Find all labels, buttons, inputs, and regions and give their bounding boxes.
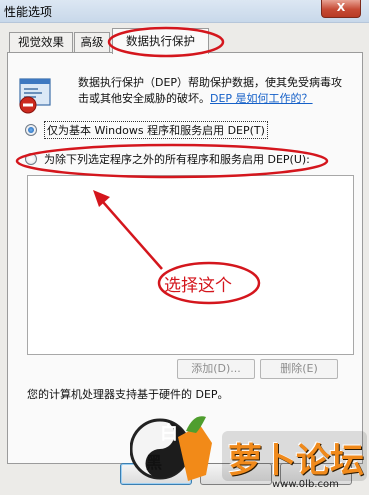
window-title: 性能选项 bbox=[4, 5, 53, 19]
remove-button[interactable]: 删除(E) bbox=[260, 359, 338, 379]
option-basic-dep-label: 仅为基本 Windows 程序和服务启用 DEP(T) bbox=[44, 121, 268, 139]
tab-advanced[interactable]: 高级 bbox=[74, 32, 110, 53]
add-button[interactable]: 添加(D)... bbox=[177, 359, 255, 379]
radio-all-except-dep[interactable] bbox=[25, 153, 37, 165]
dep-shield-window-icon bbox=[19, 78, 51, 114]
dep-description: 数据执行保护（DEP）帮助保护数据，使其免受病毒攻击或其他安全威胁的破坏。DEP… bbox=[78, 75, 348, 107]
watermark-url: www.0lb.com bbox=[272, 479, 339, 490]
exception-program-list[interactable] bbox=[27, 175, 354, 355]
title-bar: 性能选项 X bbox=[0, 0, 369, 23]
seal-bottom-char: 黑 bbox=[146, 453, 163, 472]
seal-top-char: 白 bbox=[160, 423, 178, 444]
option-all-except-dep[interactable]: 为除下列选定程序之外的所有程序和服务启用 DEP(U): bbox=[25, 151, 310, 167]
watermark-brand: 萝卜论坛 bbox=[228, 441, 364, 481]
dep-help-link[interactable]: DEP 是如何工作的？ bbox=[210, 92, 313, 105]
hardware-dep-support-text: 您的计算机处理器支持基于硬件的 DEP。 bbox=[27, 388, 229, 401]
option-basic-dep[interactable]: 仅为基本 Windows 程序和服务启用 DEP(T) bbox=[25, 121, 268, 139]
callout-label: 选择这个 bbox=[164, 276, 232, 296]
tab-dep[interactable]: 数据执行保护 bbox=[112, 28, 209, 54]
option-all-except-dep-label: 为除下列选定程序之外的所有程序和服务启用 DEP(U): bbox=[44, 153, 310, 166]
forum-watermark: 白 黑 萝卜论坛 www.0lb.com bbox=[130, 403, 369, 495]
close-button[interactable]: X bbox=[321, 0, 361, 18]
tab-visual-effects[interactable]: 视觉效果 bbox=[9, 32, 73, 53]
radio-basic-dep[interactable] bbox=[25, 124, 37, 136]
